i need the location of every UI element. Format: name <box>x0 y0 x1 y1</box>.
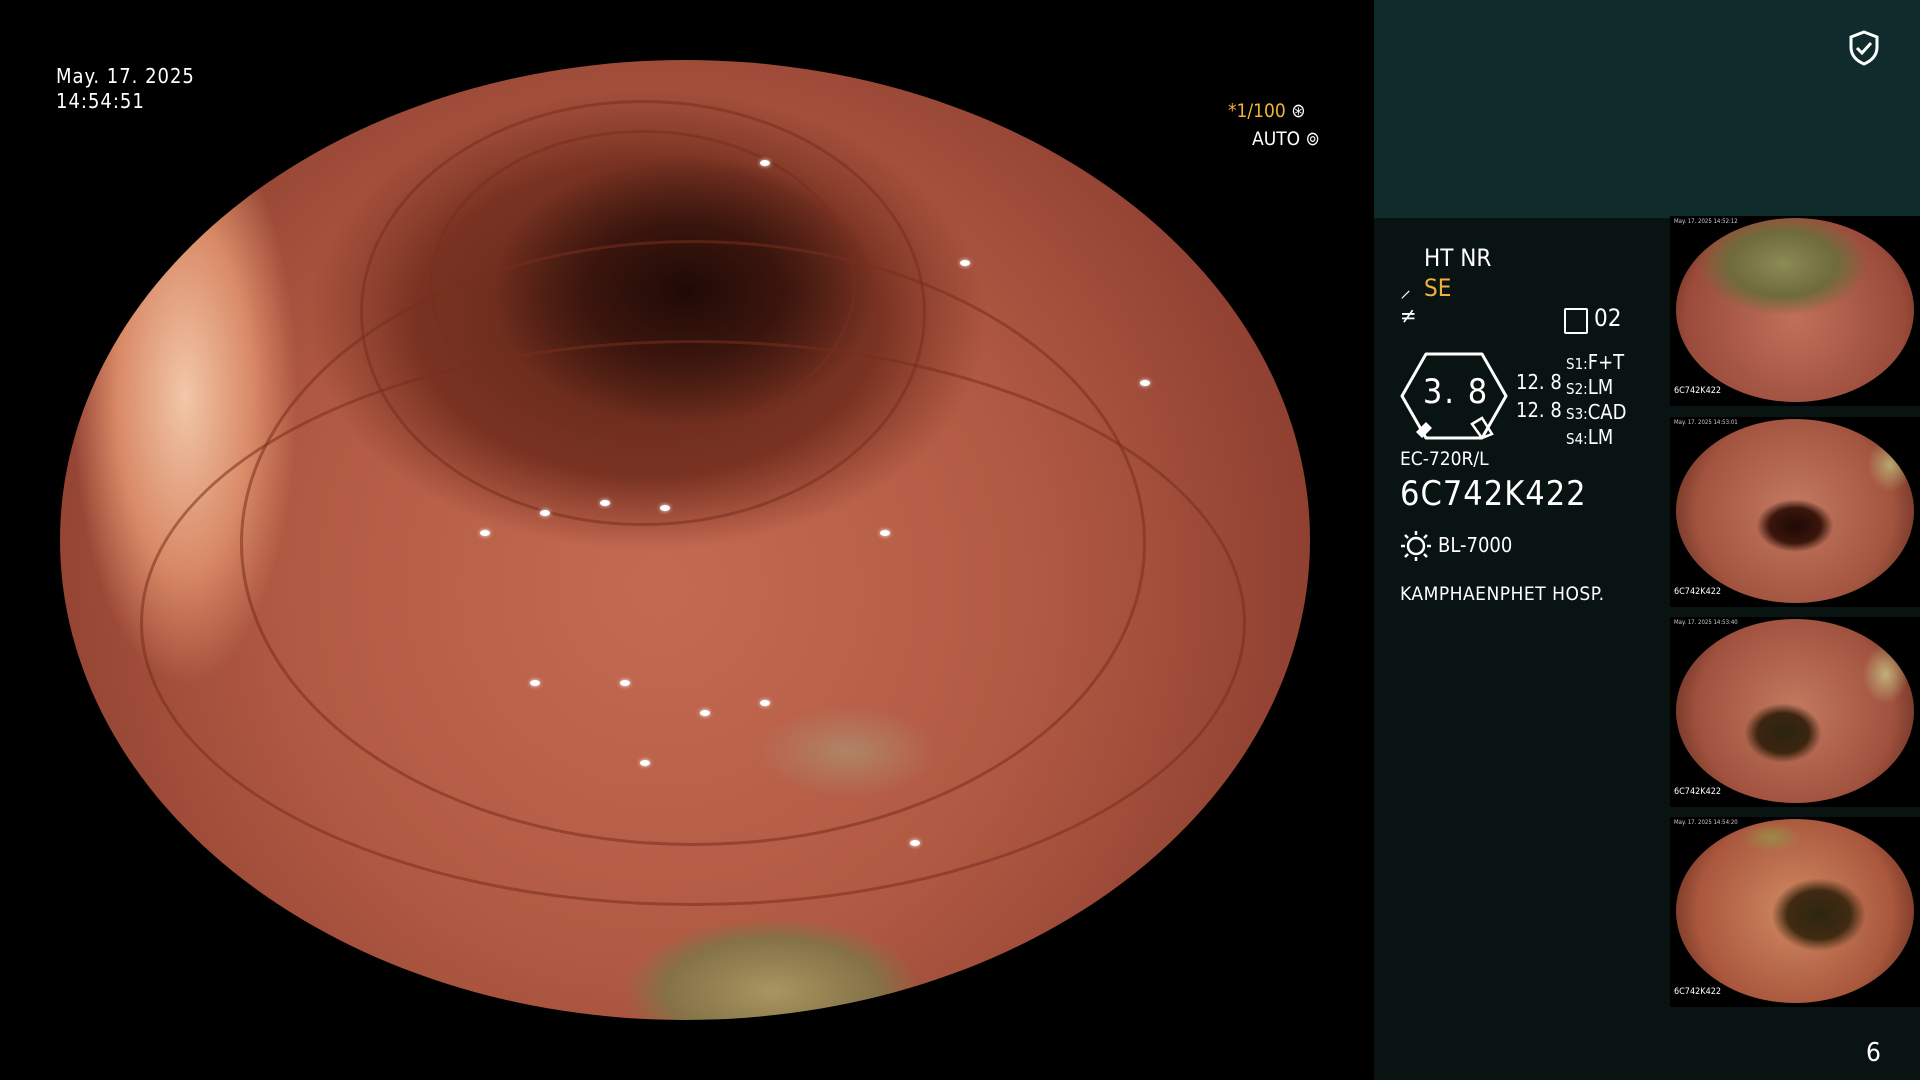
time-text: 14:54:51 <box>56 89 145 113</box>
thumbnail-time: May. 17. 2025 14:52:12 <box>1674 218 1738 225</box>
aperture-icon: ⊛ <box>1291 100 1306 122</box>
specular-highlight <box>530 680 540 686</box>
ht-nr-label: HT NR <box>1424 244 1492 272</box>
thumbnail-image <box>1676 218 1914 402</box>
light-source-icon <box>1401 531 1431 561</box>
view-mask-bottom <box>60 1020 1310 1080</box>
thumbnail-serial: 6C742K422 <box>1674 587 1722 597</box>
hospital-name: KAMPHAENPHET HOSP. <box>1400 583 1605 605</box>
capture-thumbnail[interactable]: May. 17. 2025 14:54:20 6C742K422 <box>1670 817 1920 1007</box>
switch-value: LM <box>1587 375 1614 399</box>
switch-label: S3 <box>1566 405 1584 423</box>
switch-row-s4: S4:LM <box>1566 425 1614 449</box>
capture-thumbnail[interactable]: May. 17. 2025 14:53:01 6C742K422 <box>1670 417 1920 607</box>
gauge-value: 3. 8 <box>1422 372 1490 412</box>
thumbnail-time: May. 17. 2025 14:53:01 <box>1674 419 1738 426</box>
se-label: SE <box>1424 274 1452 302</box>
exposure-mode: AUTO ⊚ <box>1252 128 1320 150</box>
thumbnail-image <box>1676 819 1914 1003</box>
capture-thumbnail[interactable]: May. 17. 2025 14:53:40 6C742K422 <box>1670 617 1920 807</box>
shutter-speed: *1/100 ⊛ <box>1228 100 1306 122</box>
specular-highlight <box>660 505 670 511</box>
specular-highlight <box>700 710 710 716</box>
specular-highlight <box>540 510 550 516</box>
mode-icon <box>1564 308 1588 334</box>
switch-label: S2 <box>1566 380 1584 398</box>
specular-highlight <box>960 260 970 266</box>
shield-check-icon <box>1849 30 1879 66</box>
specular-highlight <box>480 530 490 536</box>
capture-thumbnail[interactable]: May. 17. 2025 14:52:12 6C742K422 <box>1670 216 1920 406</box>
switch-label: S4 <box>1566 430 1584 448</box>
specular-highlight <box>640 760 650 766</box>
value-2: 12. 8 <box>1516 398 1562 422</box>
specular-highlight <box>880 530 890 536</box>
specular-highlight <box>760 160 770 166</box>
mode-value: 02 <box>1594 304 1622 332</box>
switch-value: LM <box>1587 425 1614 449</box>
view-mask-top <box>60 0 1310 60</box>
specular-highlight <box>1140 380 1150 386</box>
iris-icon: ⊚ <box>1305 128 1320 150</box>
thumbnail-serial: 6C742K422 <box>1674 787 1722 797</box>
scope-serial: 6C742K422 <box>1400 474 1587 514</box>
specular-highlight <box>620 680 630 686</box>
switch-value: F+T <box>1587 350 1625 374</box>
specular-highlight <box>760 700 770 706</box>
panel-header <box>1374 0 1920 218</box>
thumbnail-image <box>1676 619 1914 803</box>
light-source: BL-7000 <box>1438 533 1513 557</box>
shutter-text: *1/100 <box>1228 100 1286 122</box>
specular-highlight <box>600 500 610 506</box>
filter-icon: ≠ <box>1400 304 1417 329</box>
datetime: May. 17. 2025 14:54:51 <box>56 64 195 114</box>
switch-value: CAD <box>1587 400 1627 424</box>
thumbnail-time: May. 17. 2025 14:54:20 <box>1674 819 1738 826</box>
scope-model: EC-720R/L <box>1400 448 1489 470</box>
endoscope-view <box>60 60 1310 1020</box>
date-text: May. 17. 2025 <box>56 64 195 88</box>
switch-row-s3: S3:CAD <box>1566 400 1627 424</box>
value-1: 12. 8 <box>1516 370 1562 394</box>
thumbnail-image <box>1676 419 1914 603</box>
thumbnail-serial: 6C742K422 <box>1674 386 1722 396</box>
specular-highlight <box>910 840 920 846</box>
switch-row-s1: S1:F+T <box>1566 350 1625 374</box>
thumbnail-time: May. 17. 2025 14:53:40 <box>1674 619 1738 626</box>
mucosal-fold <box>140 340 1246 906</box>
switch-label: S1 <box>1566 355 1584 373</box>
switch-row-s2: S2:LM <box>1566 375 1614 399</box>
structure-enhance-icon: ⸝ <box>1400 278 1412 303</box>
exposure-text: AUTO <box>1252 128 1301 150</box>
page-number: 6 <box>1866 1038 1881 1068</box>
thumbnail-serial: 6C742K422 <box>1674 987 1722 997</box>
